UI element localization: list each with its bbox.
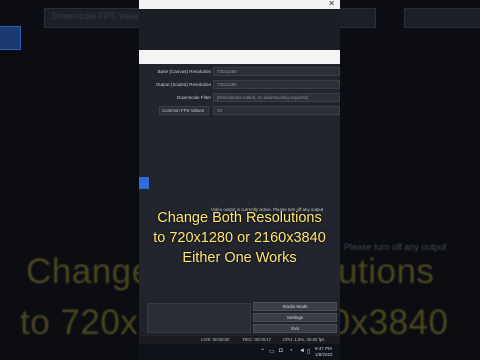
bg-selected-tab [0, 26, 21, 50]
fps-value-field[interactable]: 30 [213, 106, 340, 115]
live-timer: LIVE: 00:00:00 [201, 337, 230, 342]
bg-field-text: Downscale FPS Values [52, 11, 146, 21]
network-icon[interactable]: ▭ [269, 348, 275, 355]
camera-icon[interactable]: ◘ [279, 348, 283, 354]
window-gap [139, 9, 340, 50]
base-resolution-label: Base (Canvas) Resolution [157, 69, 211, 74]
window-titlebar: ✕ [139, 0, 340, 9]
downscale-filter-label: Downscale Filter [177, 95, 211, 100]
dock-panel [147, 303, 251, 333]
caption-line3: Either One Works [182, 250, 297, 266]
settings-button[interactable]: Settings [253, 313, 337, 322]
status-bar: LIVE: 00:00:00 REC: 00:00:17 CPU: 1.8%, … [139, 336, 340, 344]
fps-type-select[interactable]: Common FPS Values [159, 106, 209, 115]
chevron-up-icon[interactable]: ⌃ [260, 348, 265, 355]
taskbar-date[interactable]: 1/8/2022 [315, 352, 333, 357]
caption-line2: to 720x1280 or 2160x3840 [153, 230, 326, 246]
close-icon[interactable]: ✕ [328, 0, 335, 8]
downscale-filter-field[interactable]: [Resolutions match, no downscaling requi… [213, 93, 340, 102]
video-frame: ✕ Base (Canvas) Resolution 720x1280 Outp… [139, 0, 340, 360]
sidebar-item-video[interactable] [139, 177, 149, 189]
battery-icon[interactable]: ▯ [307, 348, 310, 355]
rec-timer: REC: 00:00:17 [243, 337, 272, 342]
base-resolution-field[interactable]: 720x1280 [213, 67, 340, 76]
taskbar-time[interactable]: 9:47 PM [315, 346, 332, 351]
exit-button[interactable]: Exit [253, 324, 337, 333]
studio-mode-button[interactable]: Studio Mode [253, 302, 337, 311]
caption-line1: Change Both Resolutions [157, 210, 322, 226]
windows-taskbar: ⌃ ▭ ◘ ◔ ◄ ▯ 9:47 PM 1/8/2022 [139, 344, 340, 360]
bg-field-right [404, 8, 480, 28]
cpu-usage: CPU: 1.8%, 30.00 fps [283, 337, 325, 342]
wifi-icon[interactable]: ◔ [289, 348, 293, 354]
video-caption: Change Both Resolutions to 720x1280 or 2… [139, 208, 340, 268]
output-resolution-label: Output (Scaled) Resolution [155, 82, 211, 87]
volume-icon[interactable]: ◄ [299, 348, 305, 354]
bg-side-note: Please turn off any output [344, 242, 447, 252]
output-resolution-field[interactable]: 720x1280 [213, 80, 340, 89]
settings-header-bar [139, 50, 340, 64]
